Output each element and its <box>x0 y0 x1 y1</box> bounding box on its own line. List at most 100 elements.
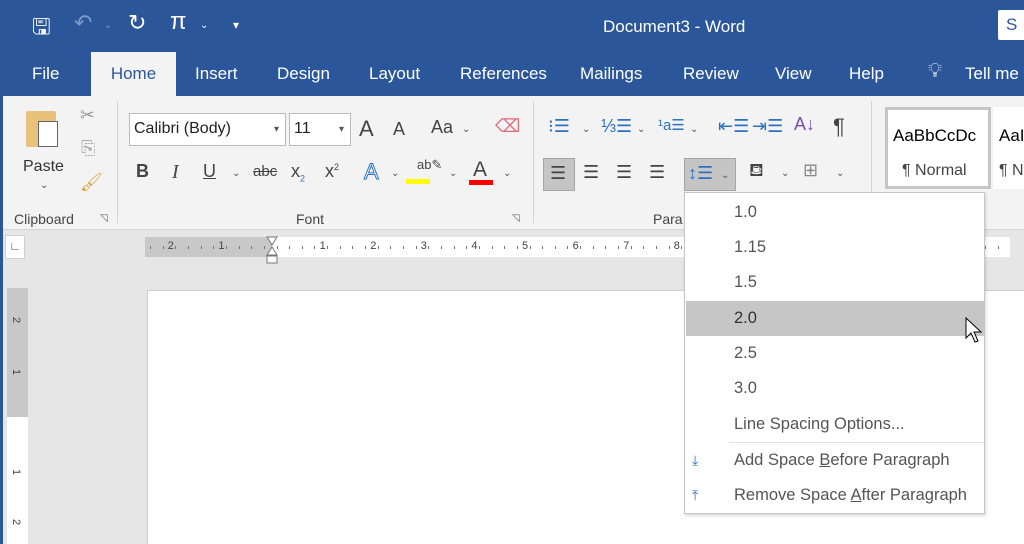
ruler-tick <box>478 246 480 249</box>
align-center-icon[interactable]: ☰ <box>583 162 599 183</box>
tab-file[interactable]: File <box>32 64 59 84</box>
equation-icon[interactable]: π <box>170 8 187 36</box>
undo-dropdown-icon[interactable]: ⌄ <box>104 20 112 31</box>
ruler-tick <box>580 246 582 249</box>
highlight-color-swatch <box>406 179 430 184</box>
grow-font-icon[interactable]: A <box>359 116 374 142</box>
ruler-tick <box>542 246 544 249</box>
underline-icon[interactable]: U <box>203 161 216 182</box>
font-size-combo[interactable]: 11 ▾ <box>289 113 351 146</box>
font-launcher-icon[interactable]: ◹ <box>512 213 520 224</box>
style-no-spacing[interactable]: AaI ¶ No <box>993 107 1024 189</box>
ruler-tick <box>656 246 657 249</box>
subscript-icon[interactable]: x2 <box>291 161 305 184</box>
copy-icon[interactable]: ⎘ <box>81 138 95 159</box>
line-spacing-option-selected[interactable]: 2.0 <box>686 301 984 336</box>
save-icon[interactable]: 🖫 <box>32 10 51 48</box>
ruler-number: 8 <box>673 240 680 252</box>
redo-icon[interactable]: ↻ <box>128 10 146 36</box>
font-group-label: Font <box>296 211 325 227</box>
ruler-tick <box>516 246 518 249</box>
ruler-tick <box>466 246 468 249</box>
equation-dropdown-icon[interactable]: ⌄ <box>200 20 208 31</box>
tab-design[interactable]: Design <box>277 64 330 84</box>
vertical-ruler-number: 2 <box>10 316 23 324</box>
shading-icon[interactable]: ⛾ <box>749 160 764 184</box>
highlight-icon[interactable]: ab✎ <box>417 157 442 173</box>
italic-icon[interactable]: I <box>172 161 179 184</box>
line-spacing-menu: 1.0 1.15 1.5 2.0 2.5 3.0 Line Spacing Op… <box>684 192 985 514</box>
bullets-icon[interactable]: ⁝☰ <box>548 116 570 137</box>
strikethrough-icon[interactable]: abc <box>253 163 277 180</box>
tab-home[interactable]: Home <box>91 52 176 97</box>
ruler-tick <box>263 246 265 249</box>
ruler-number: 3 <box>420 240 427 252</box>
ruler-number: 7 <box>623 240 630 252</box>
paste-button[interactable]: Paste <box>23 158 64 176</box>
ruler-tick <box>630 246 632 249</box>
ruler-tick <box>997 246 999 249</box>
line-spacing-icon: ↕☰ <box>688 163 714 183</box>
justify-icon[interactable]: ☰ <box>649 162 665 183</box>
line-spacing-options-item[interactable]: Line Spacing Options... <box>686 407 984 442</box>
tell-me-search[interactable]: Tell me <box>965 64 1019 84</box>
style-preview: AaI <box>999 126 1024 145</box>
increase-indent-icon[interactable]: ⇥☰ <box>752 116 783 137</box>
change-case-button[interactable]: Aa <box>431 117 453 138</box>
format-painter-icon[interactable]: 🖌︎ <box>80 172 103 193</box>
ruler-tick <box>681 246 683 249</box>
style-normal[interactable]: AaBbCcDc ¶ Normal <box>885 107 991 189</box>
paste-dropdown-icon[interactable]: ⌄ <box>40 180 48 191</box>
tab-review[interactable]: Review <box>683 64 739 84</box>
ruler-number: 1 <box>319 240 326 252</box>
cut-icon[interactable]: ✂ <box>80 105 95 126</box>
font-name-value: Calibri (Body) <box>134 120 231 137</box>
paste-icon[interactable] <box>26 111 58 147</box>
ruler-tick <box>984 246 986 249</box>
text-effects-icon[interactable]: A <box>364 159 380 185</box>
numbering-icon[interactable]: ⅓☰ <box>601 116 632 137</box>
tab-help[interactable]: Help <box>849 64 884 84</box>
font-color-icon[interactable]: A <box>473 158 487 182</box>
font-size-value: 11 <box>294 120 311 137</box>
mouse-cursor <box>965 317 983 343</box>
decrease-indent-icon[interactable]: ⇤☰ <box>718 116 749 137</box>
shrink-font-icon[interactable]: A <box>393 119 405 140</box>
line-spacing-option[interactable]: 1.0 <box>686 195 984 230</box>
show-formatting-marks-icon[interactable]: ¶ <box>833 114 845 140</box>
ruler-tick <box>618 246 620 249</box>
lightbulb-icon: 💡︎ <box>928 60 942 82</box>
line-spacing-option[interactable]: 1.5 <box>686 265 984 300</box>
align-right-icon[interactable]: ☰ <box>616 162 632 183</box>
tab-layout[interactable]: Layout <box>369 64 420 84</box>
align-left-button[interactable]: ☰ <box>543 158 575 191</box>
ruler-tick <box>592 246 594 249</box>
ruler-tick <box>554 246 556 249</box>
tab-view[interactable]: View <box>775 64 812 84</box>
clear-formatting-icon[interactable]: ⌫ <box>495 116 520 137</box>
multilevel-list-icon[interactable]: ¹a☰ <box>658 116 685 134</box>
line-spacing-button[interactable]: ↕☰ ⌄ <box>684 158 736 191</box>
sign-in-button[interactable]: S <box>998 10 1024 40</box>
undo-icon[interactable]: ↶ <box>74 10 92 36</box>
ruler-tick <box>529 246 531 249</box>
tab-references[interactable]: References <box>460 64 547 84</box>
ruler-tick <box>428 246 430 249</box>
line-spacing-option[interactable]: 3.0 <box>686 371 984 406</box>
superscript-icon[interactable]: x2 <box>325 161 339 182</box>
customize-qat-icon[interactable]: ▾ <box>233 18 239 32</box>
indent-marker[interactable] <box>266 236 278 264</box>
ruler-tick <box>453 246 455 249</box>
tab-mailings[interactable]: Mailings <box>580 64 642 84</box>
font-name-combo[interactable]: Calibri (Body) ▾ <box>129 113 286 146</box>
sort-icon[interactable]: A↓ <box>794 114 815 135</box>
tab-insert[interactable]: Insert <box>195 64 238 84</box>
line-spacing-option[interactable]: 2.5 <box>686 336 984 371</box>
line-spacing-option[interactable]: 1.15 <box>686 230 984 265</box>
add-space-before-item[interactable]: ⤓ Add Space Before Paragraph <box>686 443 984 478</box>
bold-icon[interactable]: B <box>136 161 149 182</box>
clipboard-launcher-icon[interactable]: ◹ <box>100 213 108 224</box>
borders-icon[interactable]: ⊞ <box>803 160 818 181</box>
ruler-number: 4 <box>471 240 478 252</box>
remove-space-after-item[interactable]: ⤒ Remove Space After Paragraph <box>686 478 984 513</box>
